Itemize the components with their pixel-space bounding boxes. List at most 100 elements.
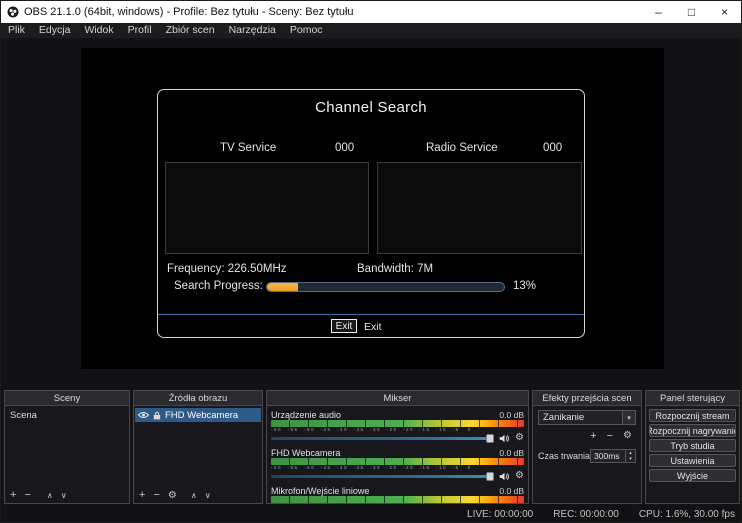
radio-service-list (377, 162, 582, 254)
source-properties-gear-icon[interactable]: ⚙ (168, 491, 177, 501)
controls-panel: Panel sterujący Rozpocznij stream Rozpoc… (645, 390, 740, 504)
controls-panel-header[interactable]: Panel sterujący (645, 390, 740, 406)
remove-scene-button[interactable]: − (24, 490, 30, 501)
duration-spinbox[interactable]: 300ms ▴ ▾ (590, 449, 636, 463)
add-transition-button[interactable]: + (590, 431, 596, 442)
menu-widok[interactable]: Widok (77, 23, 120, 38)
source-item-fhd-webcamera[interactable]: FHD Webcamera (135, 408, 261, 422)
menu-profil[interactable]: Profil (121, 23, 159, 38)
maximize-button[interactable]: □ (675, 1, 708, 23)
menu-plik[interactable]: Plik (1, 23, 32, 38)
window-title: OBS 21.1.0 (64bit, windows) - Profile: B… (24, 6, 642, 18)
chevron-down-icon[interactable]: ▾ (622, 411, 635, 424)
sources-toolbar: + − ⚙ ∧ ∨ (139, 490, 211, 501)
duration-label: Czas trwania (538, 451, 590, 461)
scenes-toolbar: + − ∧ ∨ (10, 490, 67, 501)
menu-zbior-scen[interactable]: Zbiór scen (159, 23, 222, 38)
obs-window: OBS 21.1.0 (64bit, windows) - Profile: B… (0, 0, 742, 523)
mixer-channel-name: Mikrofon/Wejście liniowe (271, 486, 369, 496)
duration-value[interactable]: 300ms (591, 450, 625, 462)
source-item-label: FHD Webcamera (165, 410, 238, 421)
mixer-channel-urzadzenie-audio: Urządzenie audio 0.0 dB -60 -55 -50 -45 … (271, 409, 524, 444)
volume-slider-handle[interactable] (486, 434, 494, 443)
studio-mode-button[interactable]: Tryb studia (649, 439, 736, 452)
volume-slider-groove (271, 437, 492, 441)
dialog-title: Channel Search (158, 99, 584, 116)
visibility-eye-icon[interactable] (138, 411, 149, 419)
frequency-label: Frequency: 226.50MHz (167, 263, 287, 275)
mixer-panel-header[interactable]: Mikser (266, 390, 529, 406)
scene-item[interactable]: Scena (5, 409, 129, 422)
sources-panel-header[interactable]: Źródła obrazu (133, 390, 263, 406)
scenes-panel-header[interactable]: Sceny (4, 390, 130, 406)
start-recording-button[interactable]: Rozpocznij nagrywanie (649, 424, 736, 437)
mixer-body: Urządzenie audio 0.0 dB -60 -55 -50 -45 … (266, 406, 529, 504)
mixer-gear-icon[interactable]: ⚙ (515, 433, 524, 443)
speaker-icon[interactable] (499, 472, 510, 481)
sources-panel: Źródła obrazu FHD (133, 390, 263, 504)
mixer-gear-icon[interactable]: ⚙ (515, 471, 524, 481)
add-scene-button[interactable]: + (10, 490, 16, 501)
bandwidth-label: Bandwidth: 7M (357, 263, 433, 275)
scenes-panel: Sceny Scena + − ∧ ∨ (4, 390, 130, 504)
mixer-channel-db: 0.0 dB (499, 486, 524, 496)
window-controls: – □ × (642, 1, 741, 23)
transitions-body: Zanikanie ▾ + − ⚙ Czas trwania 300ms ▴ ▾ (532, 406, 642, 504)
remove-source-button[interactable]: − (153, 490, 159, 501)
mixer-channel-db: 0.0 dB (499, 410, 524, 420)
source-down-button[interactable]: ∨ (205, 492, 211, 500)
title-bar[interactable]: OBS 21.1.0 (64bit, windows) - Profile: B… (1, 1, 741, 23)
transition-selected-value: Zanikanie (539, 411, 622, 424)
transitions-toolbar: + − ⚙ (538, 425, 636, 442)
volume-slider[interactable] (271, 432, 494, 444)
spin-down-icon[interactable]: ▾ (626, 456, 635, 462)
exit-button[interactable]: Wyjście (649, 469, 736, 482)
menu-bar: Plik Edycja Widok Profil Zbiór scen Narz… (1, 23, 741, 38)
transition-select[interactable]: Zanikanie ▾ (538, 410, 636, 425)
close-button[interactable]: × (708, 1, 741, 23)
scenes-list: Scena + − ∧ ∨ (4, 406, 130, 504)
status-bar: LIVE: 00:00:00 REC: 00:00:00 CPU: 1.6%, … (1, 504, 742, 523)
search-progress-fill (267, 283, 298, 291)
transition-gear-icon[interactable]: ⚙ (623, 431, 632, 442)
channel-search-dialog: Channel Search TV Service 000 Radio Serv… (157, 89, 585, 338)
scene-down-button[interactable]: ∨ (61, 492, 67, 500)
volume-slider[interactable] (271, 470, 494, 482)
duration-spin-arrows: ▴ ▾ (625, 450, 635, 462)
scene-up-button[interactable]: ∧ (47, 492, 53, 500)
obs-logo-icon (7, 6, 19, 18)
mixer-channel-db: 0.0 dB (499, 448, 524, 458)
settings-button[interactable]: Ustawienia (649, 454, 736, 467)
rec-time: REC: 00:00:00 (553, 509, 619, 520)
tv-service-label: TV Service (220, 142, 276, 154)
mixer-channel-mikrofon: Mikrofon/Wejście liniowe 0.0 dB (271, 485, 524, 503)
volume-meter (271, 496, 524, 503)
sources-list: FHD Webcamera + − ⚙ ∧ ∨ (133, 406, 263, 504)
menu-pomoc[interactable]: Pomoc (283, 23, 330, 38)
search-progress-bar (266, 282, 505, 292)
tv-service-list (165, 162, 369, 254)
lock-icon[interactable] (153, 411, 161, 420)
exit-caption: Exit (364, 321, 382, 333)
minimize-button[interactable]: – (642, 1, 675, 23)
volume-meter (271, 420, 524, 427)
video-preview[interactable]: Channel Search TV Service 000 Radio Serv… (81, 48, 664, 369)
add-source-button[interactable]: + (139, 490, 145, 501)
cpu-fps: CPU: 1.6%, 30.00 fps (639, 509, 735, 520)
mixer-channel-name: Urządzenie audio (271, 410, 341, 420)
transitions-panel-header[interactable]: Efekty przejścia scen (532, 390, 642, 406)
remove-transition-button[interactable]: − (607, 431, 613, 442)
radio-service-value: 000 (543, 142, 562, 154)
source-up-button[interactable]: ∧ (191, 492, 197, 500)
volume-meter (271, 458, 524, 465)
live-time: LIVE: 00:00:00 (467, 509, 533, 520)
mixer-channel-fhd-webcamera: FHD Webcamera 0.0 dB -60 -55 -50 -45 -40… (271, 447, 524, 482)
speaker-icon[interactable] (499, 434, 510, 443)
menu-edycja[interactable]: Edycja (32, 23, 78, 38)
dock-row: Sceny Scena + − ∧ ∨ Źródła obrazu (1, 390, 742, 504)
transitions-panel: Efekty przejścia scen Zanikanie ▾ + − ⚙ … (532, 390, 642, 504)
volume-slider-handle[interactable] (486, 472, 494, 481)
start-streaming-button[interactable]: Rozpocznij stream (649, 409, 736, 422)
menu-narzedzia[interactable]: Narzędzia (222, 23, 283, 38)
mixer-channel-name: FHD Webcamera (271, 448, 340, 458)
